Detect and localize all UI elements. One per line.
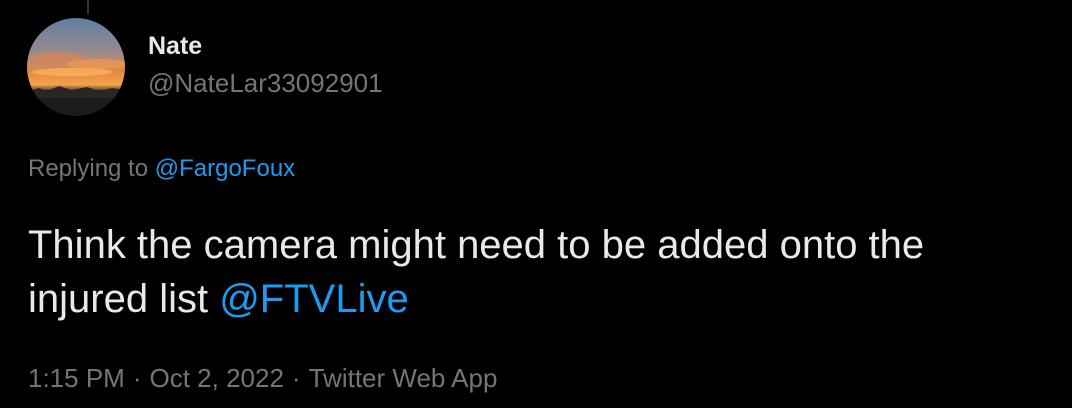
thread-connector-line <box>87 0 89 14</box>
tweet-time[interactable]: 1:15 PM <box>28 363 125 393</box>
meta-separator: · <box>291 363 301 393</box>
author-handle[interactable]: @NateLar33092901 <box>148 66 383 100</box>
avatar-sunset-image <box>27 18 125 116</box>
tweet-text: Think the camera might need to be added … <box>28 218 1068 326</box>
replying-to-label: Replying to <box>28 155 149 182</box>
tweet-date[interactable]: Oct 2, 2022 <box>150 363 284 393</box>
replying-to-mention-link[interactable]: @FargoFoux <box>155 155 295 182</box>
avatar[interactable] <box>27 18 125 116</box>
tweet-text-line-2: injured list @FTVLive <box>28 272 1068 326</box>
tweet-metadata: 1:15 PM · Oct 2, 2022 · Twitter Web App <box>28 361 497 395</box>
replying-to-line: Replying to @FargoFoux <box>28 153 295 185</box>
tweet-text-line-2-prefix: injured list <box>28 277 209 321</box>
author-block: Nate @NateLar33092901 <box>148 30 383 100</box>
tweet-text-line-1: Think the camera might need to be added … <box>28 223 925 267</box>
meta-separator: · <box>132 363 142 393</box>
tweet-mention-link[interactable]: @FTVLive <box>219 277 409 321</box>
author-display-name[interactable]: Nate <box>148 30 383 62</box>
tweet-source[interactable]: Twitter Web App <box>309 363 498 393</box>
